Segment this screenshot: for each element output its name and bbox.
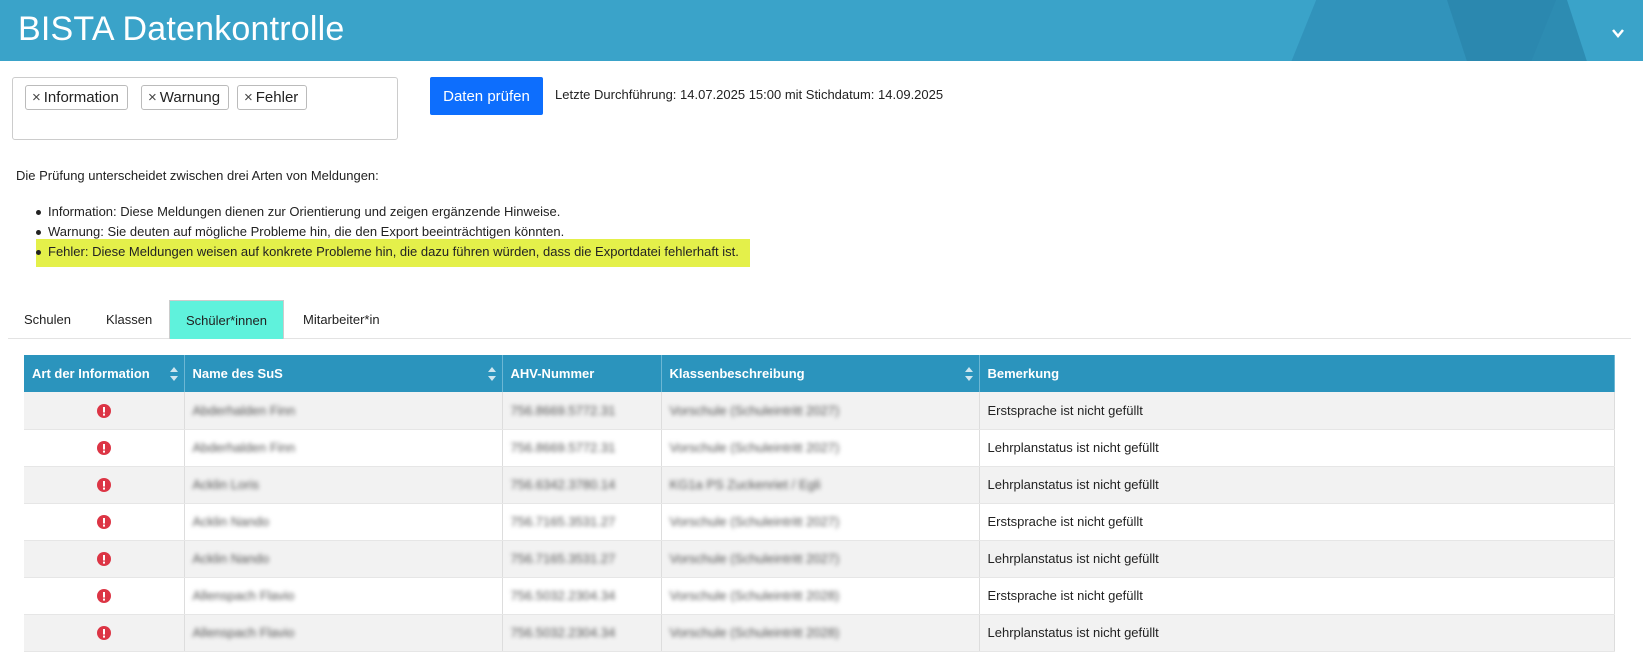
app-header: BISTA Datenkontrolle [0, 0, 1643, 61]
column-header-type[interactable]: Art der Information [24, 355, 185, 392]
column-header-ahv: AHV-Nummer [502, 355, 662, 392]
name-cell: Acklin Nando [184, 540, 503, 578]
class-cell: Vorschule (Schuleintritt 2027) [661, 540, 980, 578]
legend-item-information: Information: Diese Meldungen dienen zur … [0, 203, 800, 223]
sort-icon[interactable] [169, 367, 178, 381]
ahv-cell: 756.7165.3531.27 [502, 540, 662, 578]
chevron-down-icon[interactable] [1611, 26, 1625, 40]
remark-cell: Lehrplanstatus ist nicht gefüllt [979, 614, 1615, 652]
ahv-cell: 756.6342.3780.14 [502, 466, 662, 504]
legend-text: Fehler: Diese Meldungen weisen auf konkr… [48, 244, 739, 259]
remark-cell: Erstsprache ist nicht gefüllt [979, 577, 1615, 615]
class-cell: Vorschule (Schuleintritt 2028) [661, 577, 980, 615]
page-title: BISTA Datenkontrolle [18, 10, 345, 48]
filter-chip-label: Information [43, 89, 119, 106]
legend-item-fehler: Fehler: Diese Meldungen weisen auf konkr… [0, 239, 800, 267]
column-header-remark: Bemerkung [979, 355, 1615, 392]
name-cell: Acklin Loris [184, 466, 503, 504]
tab-schuelerinnen[interactable]: Schüler*innen [169, 300, 284, 339]
type-cell [24, 503, 185, 541]
error-icon [96, 589, 111, 604]
class-cell: Vorschule (Schuleintritt 2027) [661, 392, 980, 430]
table-row: Acklin Loris 756.6342.3780.14 KG1a PS Zuck… [24, 466, 1615, 504]
ahv-cell: 756.8669.5772.31 [502, 429, 662, 467]
intro-text: Die Prüfung unterscheidet zwischen drei … [16, 168, 379, 183]
name-cell: Abderhalden Finn [184, 429, 503, 467]
class-cell: Vorschule (Schuleintritt 2027) [661, 503, 980, 541]
last-run-info: Letzte Durchführung: 14.07.2025 15:00 mi… [555, 87, 944, 102]
close-icon[interactable]: × [244, 86, 253, 109]
class-cell: Vorschule (Schuleintritt 2028) [661, 614, 980, 652]
check-data-button[interactable]: Daten prüfen [430, 77, 543, 115]
remark-cell: Erstsprache ist nicht gefüllt [979, 392, 1615, 430]
name-cell: Acklin Nando [184, 503, 503, 541]
ahv-cell: 756.8669.5772.31 [502, 392, 662, 430]
remark-cell: Lehrplanstatus ist nicht gefüllt [979, 466, 1615, 504]
legend-text: Information: Diese Meldungen dienen zur … [48, 204, 561, 219]
error-icon [96, 552, 111, 567]
table-row: Abderhalden Finn 756.8669.5772.31 Vorschul… [24, 392, 1615, 430]
ahv-cell: 756.5032.2304.34 [502, 614, 662, 652]
filter-chip-fehler[interactable]: × Fehler [237, 85, 308, 110]
sort-icon[interactable] [487, 367, 496, 381]
type-cell [24, 577, 185, 615]
class-cell: KG1a PS Zuckenriet / Egli [661, 466, 980, 504]
tab-bar: Schulen Klassen Schüler*innen Mitarbeite… [8, 300, 1631, 339]
error-icon [96, 441, 111, 456]
name-cell: Allenspach Flavio [184, 577, 503, 615]
table-row: Acklin Nando 756.7165.3531.27 Vorschule (S… [24, 503, 1615, 541]
filter-chip-warnung[interactable]: × Warnung [141, 85, 230, 110]
type-cell [24, 614, 185, 652]
filter-chip-information[interactable]: × Information [25, 85, 128, 110]
type-cell [24, 429, 185, 467]
tab-schulen[interactable]: Schulen [8, 300, 87, 339]
remark-cell: Lehrplanstatus ist nicht gefüllt [979, 540, 1615, 578]
table-row: Acklin Nando 756.7165.3531.27 Vorschule (S… [24, 540, 1615, 578]
header-decoration [1440, 0, 1600, 61]
column-header-name[interactable]: Name des SuS [184, 355, 503, 392]
table-row: Allenspach Flavio 756.5032.2304.34 Vorschu… [24, 614, 1615, 652]
close-icon[interactable]: × [148, 86, 157, 109]
message-type-filter[interactable]: × Information × Warnung × Fehler [12, 77, 398, 140]
filter-chip-label: Fehler [255, 89, 299, 106]
error-icon [96, 404, 111, 419]
ahv-cell: 756.7165.3531.27 [502, 503, 662, 541]
tab-mitarbeiterin[interactable]: Mitarbeiter*in [287, 300, 396, 339]
filter-chip-label: Warnung [159, 89, 221, 106]
message-type-legend: Information: Diese Meldungen dienen zur … [0, 203, 800, 267]
class-cell: Vorschule (Schuleintritt 2027) [661, 429, 980, 467]
remark-cell: Erstsprache ist nicht gefüllt [979, 503, 1615, 541]
messages-table: Art der Information Name des SuS AHV-Num… [24, 355, 1615, 652]
name-cell: Abderhalden Finn [184, 392, 503, 430]
name-cell: Allenspach Flavio [184, 614, 503, 652]
column-header-class[interactable]: Klassenbeschreibung [661, 355, 980, 392]
tab-klassen[interactable]: Klassen [90, 300, 168, 339]
type-cell [24, 392, 185, 430]
type-cell [24, 540, 185, 578]
ahv-cell: 756.5032.2304.34 [502, 577, 662, 615]
remark-cell: Lehrplanstatus ist nicht gefüllt [979, 429, 1615, 467]
table-row: Allenspach Flavio 756.5032.2304.34 Vorschu… [24, 577, 1615, 615]
close-icon[interactable]: × [32, 86, 41, 109]
error-icon [96, 515, 111, 530]
error-icon [96, 478, 111, 493]
legend-text: Warnung: Sie deuten auf mögliche Problem… [48, 224, 565, 239]
error-icon [96, 626, 111, 641]
type-cell [24, 466, 185, 504]
sort-icon[interactable] [964, 367, 973, 381]
table-row: Abderhalden Finn 756.8669.5772.31 Vorschul… [24, 429, 1615, 467]
